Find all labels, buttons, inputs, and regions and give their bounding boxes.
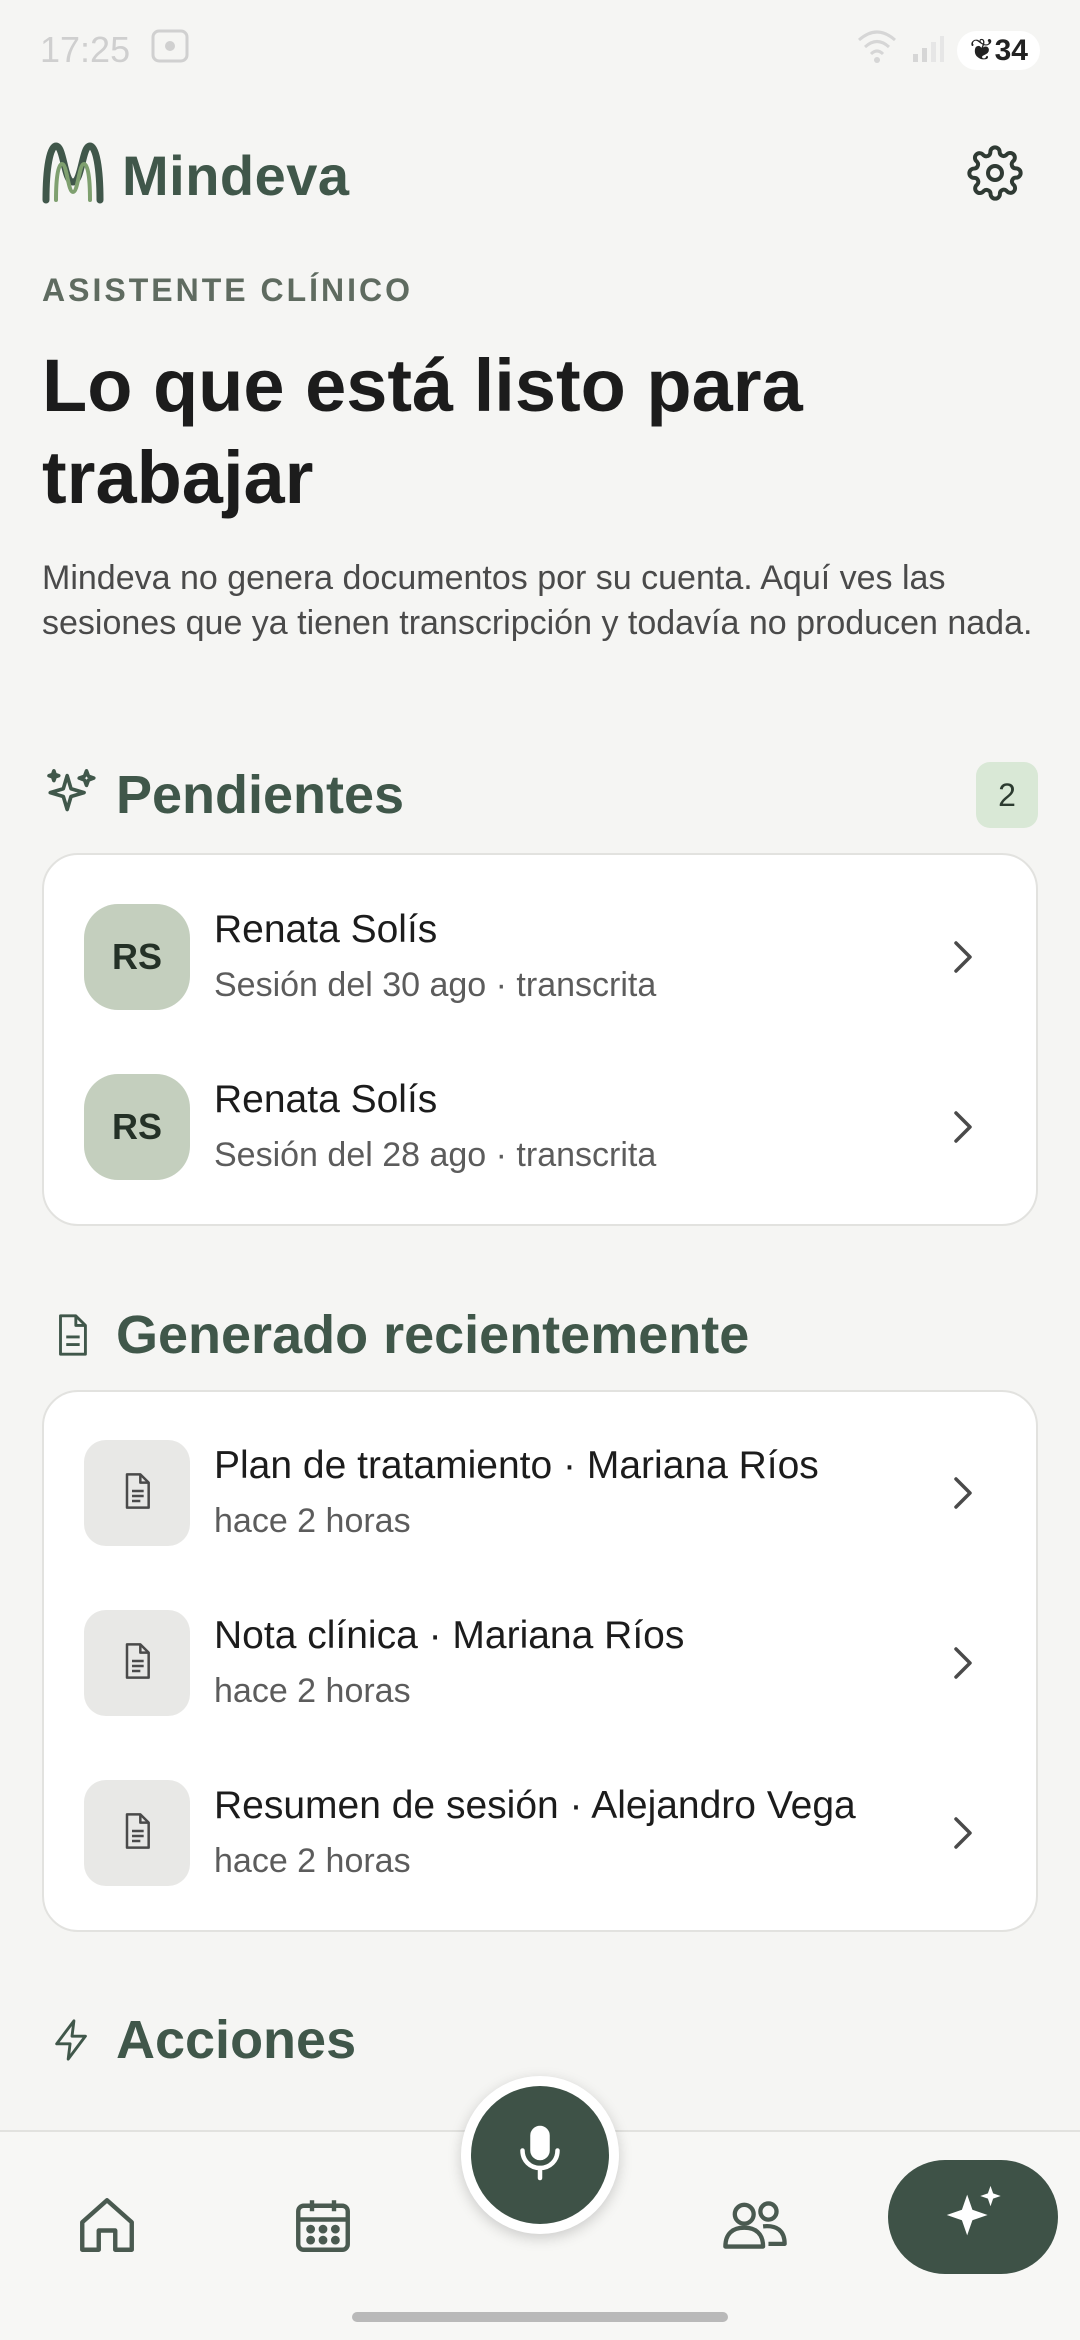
avatar: RS [84, 904, 190, 1010]
home-icon [74, 2192, 140, 2263]
pending-count-badge: 2 [976, 762, 1038, 828]
mindeva-logo-icon [42, 138, 104, 213]
row-text: Renata Solís Sesión del 30 ago · transcr… [214, 905, 938, 1009]
patient-name: Renata Solís [214, 908, 438, 951]
wifi-icon [855, 28, 899, 73]
row-text: Renata Solís Sesión del 28 ago · transcr… [214, 1075, 938, 1179]
document-title: Nota clínica · Mariana Ríos [214, 1614, 685, 1657]
session-subtitle: Sesión del 30 ago · transcrita [214, 966, 657, 1004]
eyebrow-label: ASISTENTE CLÍNICO [42, 272, 414, 308]
nav-home[interactable] [67, 2187, 147, 2267]
document-thumb [84, 1440, 190, 1546]
page-title: Lo que está listo para trabajar [42, 344, 803, 519]
status-right: ❦34 [855, 28, 1040, 73]
record-button[interactable] [461, 2076, 619, 2234]
recent-document-row[interactable]: Resumen de sesión · Alejandro Vega hace … [44, 1748, 1036, 1918]
pending-session-row[interactable]: RS Renata Solís Sesión del 30 ago · tran… [44, 872, 1036, 1042]
intro-text: Mindeva no genera documentos por su cuen… [42, 559, 1033, 642]
nav-assistant[interactable] [888, 2160, 1058, 2274]
microphone-icon [510, 2123, 570, 2188]
battery-indicator: ❦34 [957, 30, 1040, 70]
document-title: Resumen de sesión · Alejandro Vega [214, 1784, 856, 1827]
nav-calendar[interactable] [283, 2187, 363, 2267]
document-time: hace 2 horas [214, 1842, 411, 1880]
app-header: Mindeva [42, 130, 1038, 220]
document-title: Plan de tratamiento · Mariana Ríos [214, 1444, 819, 1487]
record-button-inner [471, 2086, 609, 2224]
pending-session-row[interactable]: RS Renata Solís Sesión del 28 ago · tran… [44, 1042, 1036, 1212]
chevron-right-icon [938, 1638, 988, 1688]
chevron-right-icon [938, 1468, 988, 1518]
session-subtitle: Sesión del 28 ago · transcrita [214, 1136, 657, 1174]
brand: Mindeva [42, 138, 350, 213]
avatar: RS [84, 1074, 190, 1180]
recent-title: Generado recientemente [116, 1305, 750, 1365]
document-icon [117, 1638, 157, 1689]
document-icon [42, 1305, 102, 1365]
row-text: Nota clínica · Mariana Ríos hace 2 horas [214, 1611, 938, 1715]
gear-icon [967, 144, 1023, 206]
pending-card: RS Renata Solís Sesión del 30 ago · tran… [42, 853, 1038, 1226]
recent-document-row[interactable]: Plan de tratamiento · Mariana Ríos hace … [44, 1408, 1036, 1578]
document-icon [117, 1468, 157, 1519]
chevron-right-icon [938, 932, 988, 982]
calendar-icon [290, 2192, 356, 2263]
bolt-icon [42, 2010, 102, 2070]
recent-document-row[interactable]: Nota clínica · Mariana Ríos hace 2 horas [44, 1578, 1036, 1748]
actions-title: Acciones [116, 2010, 357, 2070]
recent-section-header: Generado recientemente [42, 1300, 1038, 1370]
row-text: Plan de tratamiento · Mariana Ríos hace … [214, 1441, 938, 1545]
screenshot-icon [150, 28, 190, 73]
document-time: hace 2 horas [214, 1502, 411, 1540]
sparkles-icon [938, 2180, 1008, 2255]
document-thumb [84, 1780, 190, 1886]
pending-title: Pendientes [116, 765, 405, 825]
actions-section-header: Acciones [42, 2005, 1038, 2075]
status-left: 17:25 [40, 28, 190, 73]
home-indicator[interactable] [352, 2312, 728, 2322]
battery-level: 34 [994, 33, 1028, 67]
pending-section-header: Pendientes 2 [42, 760, 1038, 830]
patients-icon [720, 2192, 790, 2263]
sparkles-icon [42, 765, 102, 825]
recent-card: Plan de tratamiento · Mariana Ríos hace … [42, 1390, 1038, 1932]
patient-name: Renata Solís [214, 1078, 438, 1121]
status-time: 17:25 [40, 29, 131, 70]
document-icon [117, 1808, 157, 1859]
leaf-icon: ❦ [969, 33, 995, 67]
chevron-right-icon [938, 1808, 988, 1858]
row-text: Resumen de sesión · Alejandro Vega hace … [214, 1781, 938, 1885]
chevron-right-icon [938, 1102, 988, 1152]
settings-button[interactable] [960, 140, 1030, 210]
status-bar: 17:25 ❦34 [0, 0, 1080, 100]
document-thumb [84, 1610, 190, 1716]
document-time: hace 2 horas [214, 1672, 411, 1710]
app-name: Mindeva [122, 143, 350, 207]
nav-patients[interactable] [715, 2187, 795, 2267]
signal-icon [911, 28, 945, 73]
